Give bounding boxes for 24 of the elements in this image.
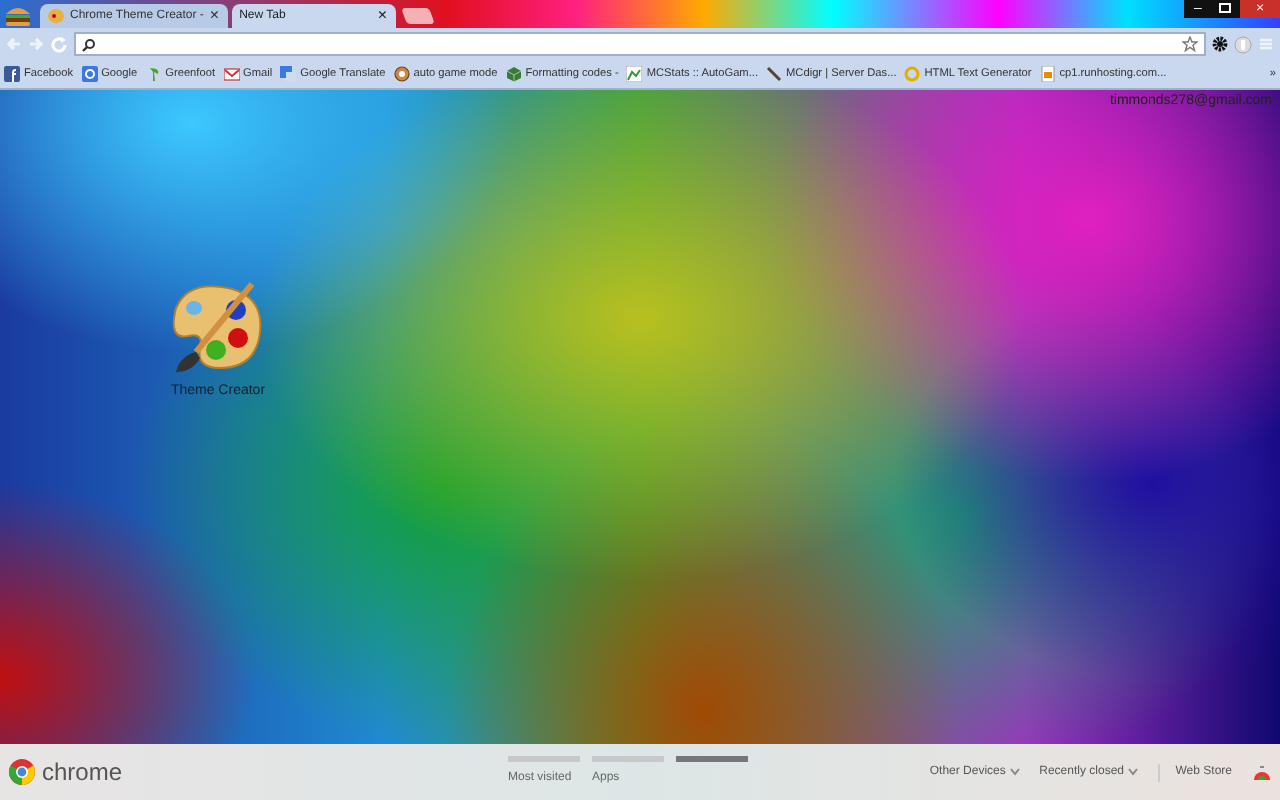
web-store-icon[interactable] (1252, 762, 1272, 782)
new-tab-button[interactable] (400, 8, 435, 24)
chart-icon (626, 65, 643, 82)
tab-close-button[interactable]: × (209, 8, 220, 24)
caret-icon (1127, 768, 1138, 776)
leaf-icon (145, 65, 162, 82)
translate-icon (280, 65, 297, 82)
chrome-logo-icon (8, 758, 36, 786)
facebook-icon (4, 65, 20, 82)
palette-icon (48, 8, 64, 24)
search-icon (82, 37, 96, 51)
google-icon (81, 65, 98, 82)
gear-icon[interactable] (1212, 36, 1228, 52)
cube-icon (505, 65, 522, 82)
tab-close-button[interactable]: × (377, 8, 388, 24)
star-icon[interactable] (1182, 36, 1198, 52)
restore-icon[interactable] (1212, 0, 1240, 18)
mail-icon (223, 65, 240, 82)
extension-icon[interactable] (1234, 35, 1252, 53)
caret-icon (1009, 768, 1020, 776)
document-icon (1039, 65, 1056, 82)
chrome-wordmark: chrome (42, 756, 123, 790)
ring-icon (904, 65, 921, 82)
burger-icon[interactable] (4, 3, 32, 25)
